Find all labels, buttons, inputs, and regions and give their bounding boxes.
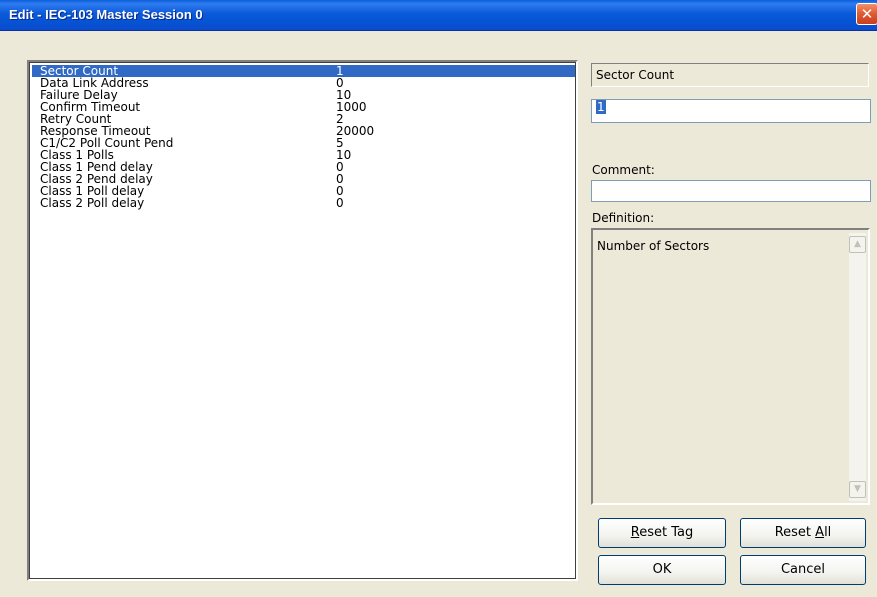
definition-scrollbar[interactable]: ▲ ▼ — [849, 233, 866, 501]
close-icon: ✕ — [860, 5, 874, 23]
reset-tag-label-mnemonic: R — [630, 525, 640, 540]
list-item[interactable]: Confirm Timeout 1000 — [32, 101, 575, 113]
reset-tag-label-post: eset Tag — [639, 525, 694, 540]
parameter-list[interactable]: Sector Count 1 Data Link Address 0 Failu… — [27, 60, 578, 581]
comment-input[interactable] — [591, 180, 871, 202]
param-name: Class 2 Poll delay — [40, 196, 145, 210]
cancel-button[interactable]: Cancel — [740, 555, 866, 585]
reset-tag-button[interactable]: Reset Tag — [598, 518, 726, 548]
selected-field-title: Sector Count — [591, 63, 869, 87]
reset-all-button[interactable]: Reset All — [740, 518, 866, 548]
value-input[interactable]: 1 — [591, 99, 871, 123]
list-item[interactable]: Class 2 Poll delay 0 — [32, 197, 575, 209]
definition-box: Number of Sectors ▲ ▼ — [591, 228, 870, 505]
reset-all-label-pre: Reset — [774, 525, 816, 540]
ok-button[interactable]: OK — [598, 555, 726, 585]
reset-all-label-mnemonic: A — [815, 525, 825, 540]
scroll-down-arrow-icon[interactable]: ▼ — [849, 481, 866, 498]
comment-label: Comment: — [592, 163, 655, 177]
edit-dialog: Edit - IEC-103 Master Session 0 ✕ Sector… — [0, 0, 877, 597]
reset-all-label-post: ll — [824, 525, 832, 540]
window-title: Edit - IEC-103 Master Session 0 — [9, 7, 203, 22]
param-value: 0 — [336, 196, 344, 210]
definition-text: Number of Sectors — [597, 239, 710, 253]
title-bar[interactable]: Edit - IEC-103 Master Session 0 ✕ — [0, 0, 877, 31]
value-text: 1 — [596, 100, 606, 114]
definition-label: Definition: — [592, 211, 655, 225]
close-button[interactable]: ✕ — [856, 3, 877, 25]
scroll-up-arrow-icon[interactable]: ▲ — [849, 236, 866, 253]
